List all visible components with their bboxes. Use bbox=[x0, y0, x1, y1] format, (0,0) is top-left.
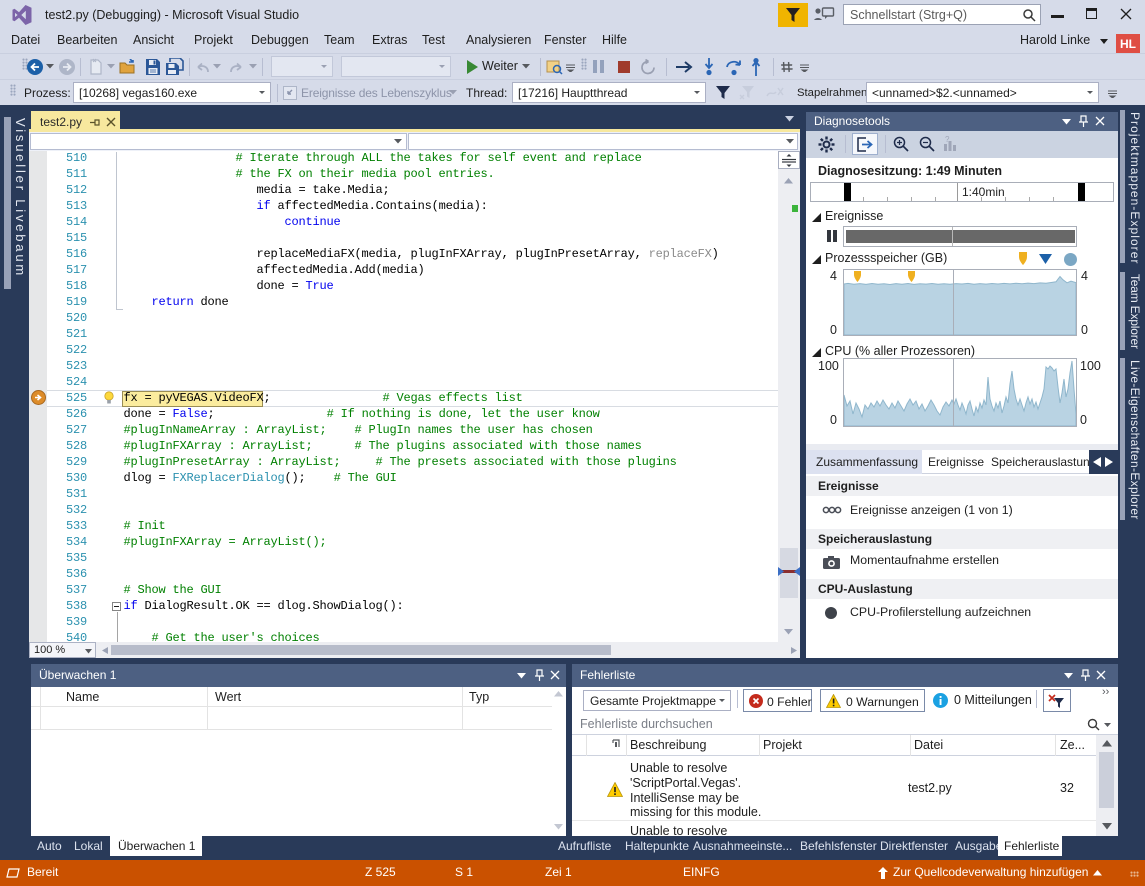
svg-text:?: ? bbox=[945, 136, 950, 144]
